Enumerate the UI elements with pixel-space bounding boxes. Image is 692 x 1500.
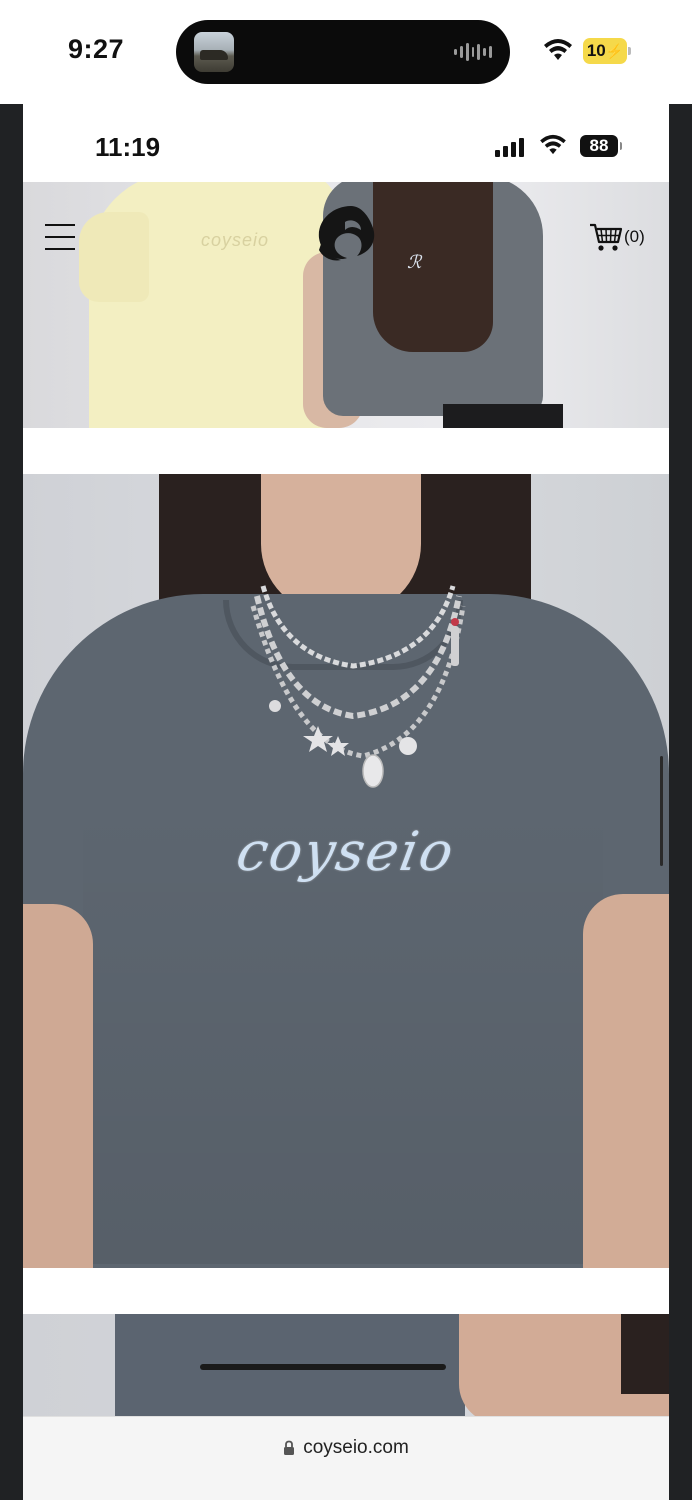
grey-tshirt-print: ℛ xyxy=(407,252,422,272)
inner-wifi-icon xyxy=(540,134,566,155)
hamburger-menu-icon[interactable] xyxy=(45,224,75,250)
cellular-signal-icon xyxy=(495,137,524,157)
coyseio-logo-icon[interactable] xyxy=(311,200,381,270)
now-playing-thumbnail xyxy=(194,32,234,72)
outer-battery-indicator: 10⚡ xyxy=(583,38,631,64)
audio-waveform-icon xyxy=(454,42,493,62)
model-right-arm xyxy=(583,894,669,1268)
shopping-cart-icon xyxy=(590,223,623,251)
yellow-tshirt-sleeve xyxy=(79,212,149,302)
hero-banner-image[interactable]: coyseio ℛ (0) xyxy=(23,182,669,428)
outer-clock: 9:27 xyxy=(68,34,125,64)
product-image-grey-tee[interactable]: coyseio xyxy=(23,474,669,1268)
wifi-icon xyxy=(544,39,572,60)
charging-bolt-icon: ⚡ xyxy=(605,43,624,59)
model-pants xyxy=(443,404,563,428)
model-hair xyxy=(621,1314,669,1394)
cart-button[interactable]: (0) xyxy=(589,222,645,252)
dynamic-island[interactable] xyxy=(176,20,510,84)
outer-battery-level: 10 xyxy=(586,41,606,60)
scroll-indicator[interactable] xyxy=(660,756,663,866)
lock-icon xyxy=(284,1440,295,1455)
inner-battery-indicator: 88 xyxy=(580,135,622,157)
yellow-tshirt-print: coyseio xyxy=(201,230,270,250)
url-display[interactable]: coyseio.com xyxy=(23,1437,669,1459)
model-left-arm xyxy=(23,904,93,1268)
outer-status-bar: 9:27 10⚡ xyxy=(0,0,692,104)
tshirt-print-logo: coyseio xyxy=(232,820,460,883)
url-text: coyseio.com xyxy=(303,1437,409,1458)
model-hair xyxy=(373,182,493,352)
browser-address-bar[interactable]: coyseio.com xyxy=(23,1416,669,1500)
cart-count: (0) xyxy=(624,227,645,246)
inner-clock: 11:19 xyxy=(95,132,161,162)
home-indicator[interactable] xyxy=(200,1364,446,1370)
necklace-image xyxy=(250,585,466,788)
inner-screen: 11:19 88 coyseio ℛ (0) coyseio coyseio.c… xyxy=(23,104,669,1500)
inner-status-bar: 11:19 88 xyxy=(23,104,669,182)
